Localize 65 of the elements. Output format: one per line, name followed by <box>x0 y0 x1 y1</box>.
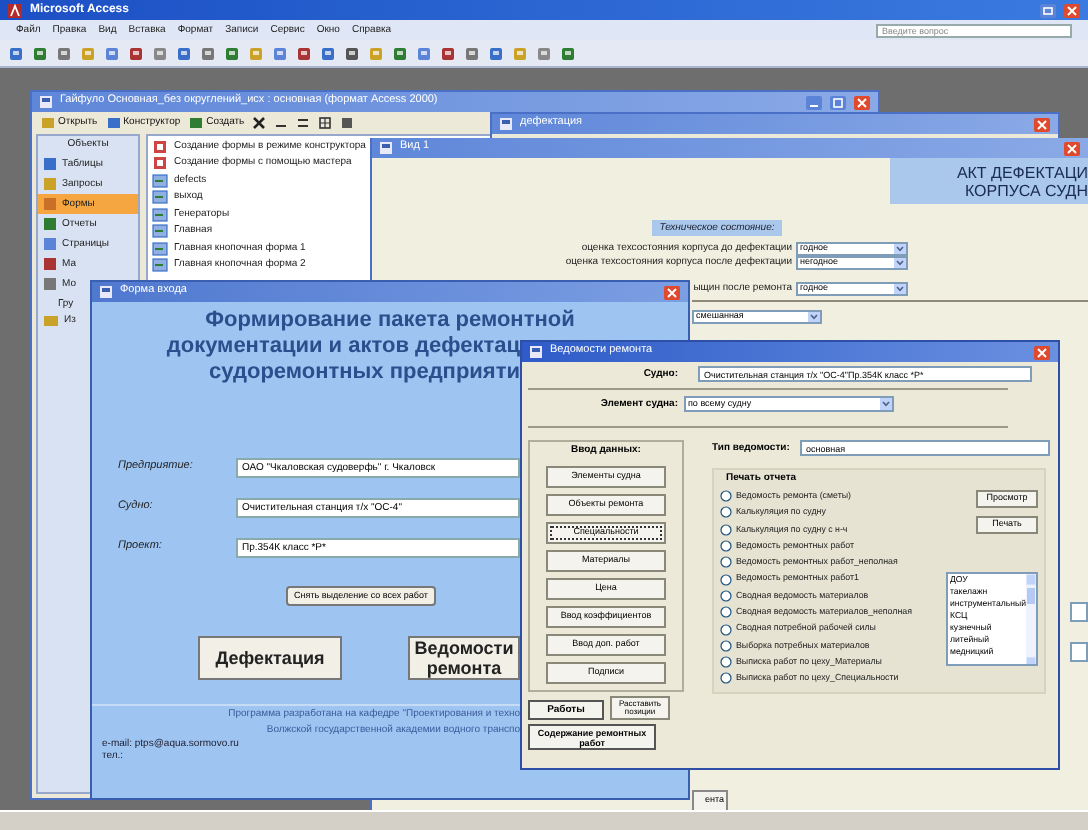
toolbar-icon[interactable] <box>440 45 456 61</box>
toolbar-icon[interactable] <box>416 45 432 61</box>
radio-button[interactable] <box>720 672 732 685</box>
window-icon <box>100 286 112 298</box>
app-icon <box>8 3 22 17</box>
radio-button[interactable] <box>720 606 732 619</box>
toolbar-icon[interactable] <box>464 45 480 61</box>
dropdown-arrow-icon <box>894 284 906 294</box>
defectation-button[interactable]: Дефектация <box>198 636 342 680</box>
toolbar-icon[interactable] <box>296 45 312 61</box>
toolbar-icon[interactable] <box>320 45 336 61</box>
scrollbar-icon[interactable] <box>1026 574 1036 664</box>
toolbar-icon[interactable] <box>272 45 288 61</box>
radio-button[interactable] <box>720 573 732 586</box>
view-icon[interactable] <box>318 115 333 129</box>
toolbar-icon[interactable] <box>176 45 192 61</box>
radio-button[interactable] <box>720 506 732 519</box>
dropdown-arrow-icon <box>894 258 906 268</box>
toolbar-icon[interactable] <box>128 45 144 61</box>
radio-button[interactable] <box>720 589 732 602</box>
close-button[interactable] <box>1064 141 1080 155</box>
restore-button[interactable] <box>1040 3 1056 17</box>
toolbar-icon[interactable] <box>560 45 576 61</box>
form-heading: Формирование пакета ремонтной <box>203 308 577 334</box>
form-heading: судоремонтных предприяти <box>207 360 520 386</box>
minimize-button[interactable] <box>806 95 822 109</box>
toolbar-icon[interactable] <box>536 45 552 61</box>
radio-button[interactable] <box>720 490 732 503</box>
heading-text: АКТ ДЕФЕКТАЦИ <box>956 163 1088 181</box>
toolbar-icon[interactable] <box>344 45 360 61</box>
window-icon <box>380 142 392 154</box>
window-icon <box>500 118 512 130</box>
toolbar-icon[interactable] <box>104 45 120 61</box>
form-heading: документации и актов дефектац <box>164 334 520 360</box>
toolbar-icon[interactable] <box>200 45 216 61</box>
radio-button[interactable] <box>720 623 732 636</box>
radio-button[interactable] <box>720 656 732 669</box>
toolbar-icon[interactable] <box>32 45 48 61</box>
dropdown-arrow-icon <box>808 312 820 322</box>
toolbar-icon[interactable] <box>392 45 408 61</box>
view-icon[interactable] <box>296 115 311 129</box>
dropdown-arrow-icon <box>880 398 892 410</box>
radio-button[interactable] <box>720 523 732 536</box>
close-button[interactable] <box>664 285 680 299</box>
toolbar-icon[interactable] <box>56 45 72 61</box>
maximize-button[interactable] <box>830 95 846 109</box>
dropdown-arrow-icon <box>894 244 906 254</box>
close-button[interactable] <box>854 95 870 109</box>
close-button[interactable] <box>1034 117 1050 131</box>
close-button[interactable] <box>1034 345 1050 359</box>
repair-lists-button[interactable]: Ведомости ремонта <box>408 636 520 680</box>
view-icon[interactable] <box>340 115 355 129</box>
radio-button[interactable] <box>720 639 732 652</box>
toolbar-icon[interactable] <box>224 45 240 61</box>
toolbar-icon[interactable] <box>8 45 24 61</box>
folder-icon <box>44 314 58 326</box>
toolbar-icon[interactable] <box>152 45 168 61</box>
close-button[interactable] <box>1064 3 1080 17</box>
radio-button[interactable] <box>720 556 732 569</box>
window-icon <box>530 346 542 358</box>
window-icon <box>40 96 52 108</box>
radio-button[interactable] <box>720 540 732 553</box>
heading-text: КОРПУСА СУДН <box>964 181 1088 199</box>
delete-icon[interactable] <box>252 115 267 129</box>
toolbar-icon[interactable] <box>488 45 504 61</box>
